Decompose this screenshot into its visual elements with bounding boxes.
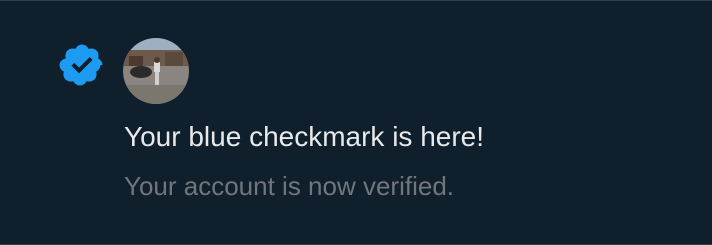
notification-message: Your account is now verified. (124, 171, 455, 201)
verified-badge-icon (58, 41, 106, 89)
notification-title: Your blue checkmark is here! (124, 121, 485, 152)
verification-notification[interactable]: Your blue checkmark is here! Your accoun… (0, 0, 712, 245)
avatar[interactable] (123, 38, 189, 104)
